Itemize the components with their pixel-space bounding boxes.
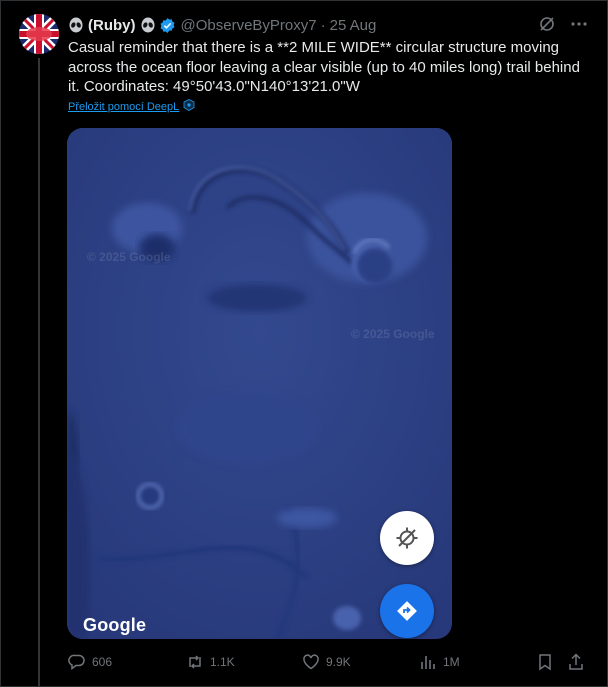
bookmark-button[interactable]: [536, 650, 554, 674]
map-watermark: © 2025 Google: [87, 250, 171, 264]
alien-emoji-icon: [140, 17, 156, 33]
locate-icon: [396, 527, 418, 549]
views-icon: [421, 656, 435, 669]
repost-count: 1.1K: [210, 655, 235, 669]
seafloor-terrain: [67, 128, 452, 639]
reply-button[interactable]: 606: [68, 650, 112, 674]
share-icon: [569, 653, 583, 670]
reply-icon: [68, 654, 85, 670]
thread-line: [38, 58, 40, 687]
tweet-text: Casual reminder that there is a **2 MILE…: [68, 39, 580, 95]
google-logo: Google: [83, 615, 147, 635]
map-watermark: © 2025 Google: [351, 327, 435, 341]
translate-label[interactable]: Přeložit pomocí DeepL: [68, 101, 179, 113]
tweet-actions: 606 1.1K 9.9K 1M: [68, 650, 588, 674]
translate-link[interactable]: Přeložit pomocí DeepL: [68, 99, 195, 114]
share-button[interactable]: [567, 650, 585, 674]
alien-emoji-icon: [68, 17, 84, 33]
views-count: 1M: [443, 655, 460, 669]
verified-badge-icon: [159, 17, 176, 34]
tweet-header: (Ruby) @ObserveByProxy7 · 25 Aug: [68, 15, 588, 35]
views-button[interactable]: 1M: [419, 650, 460, 674]
bookmark-icon: [539, 654, 551, 671]
like-icon: [303, 654, 319, 670]
author-handle[interactable]: @ObserveByProxy7: [181, 17, 317, 34]
grok-icon[interactable]: [538, 15, 556, 37]
tweet-date[interactable]: 25 Aug: [330, 17, 377, 34]
like-button[interactable]: 9.9K: [302, 650, 351, 674]
like-count: 9.9K: [326, 655, 351, 669]
directions-button[interactable]: [380, 584, 434, 638]
map-image[interactable]: © 2025 Google © 2025 Google Google: [67, 128, 452, 639]
directions-icon: [397, 601, 417, 621]
date-separator: ·: [320, 16, 326, 34]
avatar[interactable]: [19, 14, 59, 54]
locate-button[interactable]: [380, 511, 434, 565]
author-display-name[interactable]: (Ruby): [88, 17, 136, 34]
reply-count: 606: [92, 655, 113, 669]
more-icon[interactable]: [570, 15, 588, 37]
repost-icon: [189, 655, 201, 669]
repost-button[interactable]: 1.1K: [186, 650, 235, 674]
deepl-icon: [183, 99, 195, 114]
